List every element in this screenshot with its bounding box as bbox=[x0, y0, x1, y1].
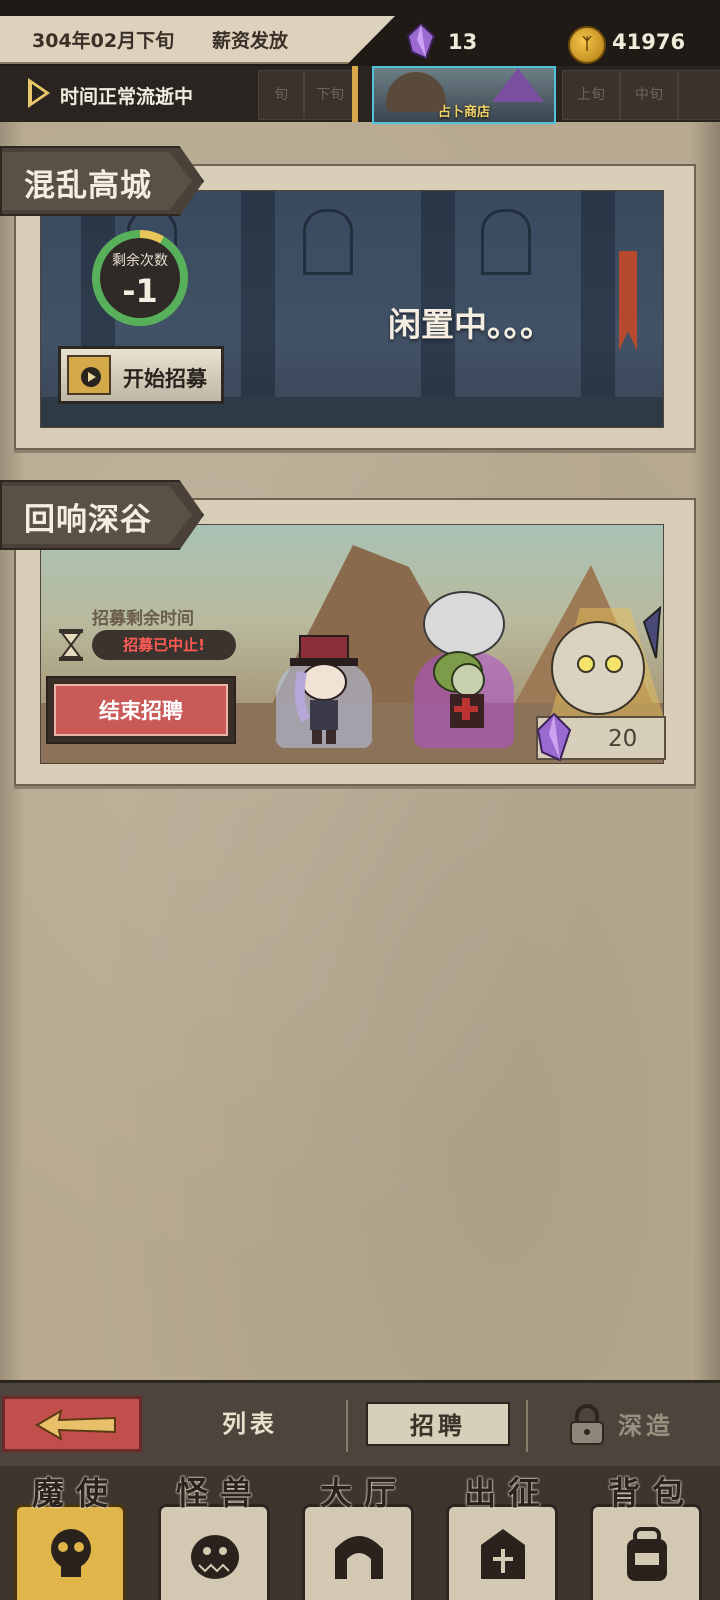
recruit-time-label: 招募剩余时间 bbox=[92, 609, 194, 629]
recruit-price: 20 bbox=[608, 726, 638, 752]
play-icon-inner bbox=[32, 84, 45, 102]
time-status: 时间正常流逝中 bbox=[60, 86, 194, 108]
character-lion-beast[interactable] bbox=[540, 588, 664, 718]
nav-expedition[interactable]: 出征 bbox=[432, 1466, 572, 1600]
timeline-slot bbox=[678, 70, 720, 120]
timeline-slot: 下旬 bbox=[304, 70, 358, 120]
gold-count: 41976 bbox=[612, 30, 686, 54]
video-play-icon bbox=[67, 355, 111, 395]
timeline-slot: 中旬 bbox=[620, 70, 678, 120]
crystal-count: 13 bbox=[448, 30, 478, 54]
remaining-count-value: -1 bbox=[122, 272, 158, 310]
game-date: 304年02月下旬 bbox=[32, 30, 175, 52]
idle-status: 闲置中。。。 bbox=[388, 305, 553, 344]
hall-icon bbox=[335, 1536, 383, 1579]
hourglass-icon bbox=[59, 629, 83, 661]
end-recruit-label: 结束招聘 bbox=[54, 684, 228, 736]
battle-icon bbox=[481, 1529, 525, 1579]
wizard-hat-icon bbox=[492, 68, 544, 102]
tab-list[interactable]: 列表 bbox=[180, 1402, 320, 1446]
crystal-icon bbox=[406, 22, 436, 60]
nav-magic-envoy[interactable]: 魔使 bbox=[0, 1466, 140, 1600]
section-title: 回响深谷 bbox=[24, 502, 152, 538]
tab-recruit[interactable]: 招聘 bbox=[366, 1402, 510, 1446]
nav-hall[interactable]: 大厅 bbox=[288, 1466, 428, 1600]
recruit-price-tag: 20 bbox=[536, 712, 666, 762]
monster-icon bbox=[191, 1535, 239, 1579]
character-hatter[interactable] bbox=[276, 632, 372, 748]
backpack-icon bbox=[627, 1527, 667, 1581]
remaining-count-label: 剩余次数 bbox=[112, 253, 168, 269]
timeline-current-marker bbox=[352, 66, 358, 122]
nav-label: 魔使 bbox=[31, 1474, 120, 1512]
tab-divider bbox=[526, 1400, 528, 1452]
back-button[interactable] bbox=[2, 1396, 142, 1452]
start-recruit-label: 开始招募 bbox=[123, 367, 207, 391]
event-label: 薪资发放 bbox=[212, 30, 289, 52]
tab-advanced-locked[interactable]: 深造 bbox=[618, 1406, 674, 1441]
shop-label: 占卜商店 bbox=[437, 105, 490, 120]
banner-flag bbox=[619, 251, 637, 351]
fortune-shop-button[interactable]: 占卜商店 bbox=[372, 66, 556, 124]
nav-label: 背包 bbox=[607, 1474, 696, 1512]
character-elephant-knight[interactable] bbox=[414, 590, 514, 748]
nav-backpack[interactable]: 背包 bbox=[576, 1466, 716, 1600]
nav-label: 出征 bbox=[463, 1474, 552, 1512]
nav-monsters[interactable]: 怪兽 bbox=[144, 1466, 284, 1600]
recruit-status-badge: 招募已中止! bbox=[92, 630, 236, 660]
crystal-icon bbox=[536, 712, 572, 762]
remaining-count-ring: 剩余次数 -1 bbox=[92, 230, 188, 326]
skull-icon bbox=[51, 1529, 91, 1577]
nav-label: 怪兽 bbox=[175, 1474, 264, 1512]
timeline-slot: 上旬 bbox=[562, 70, 620, 120]
timeline-slot: 旬 bbox=[258, 70, 304, 120]
gold-coin-icon: ᛉ bbox=[568, 26, 606, 64]
start-recruit-button[interactable]: 开始招募 bbox=[58, 346, 224, 404]
arrow-left-icon bbox=[35, 1409, 116, 1441]
tab-divider bbox=[346, 1400, 348, 1452]
section-title: 混乱高城 bbox=[24, 168, 152, 204]
lock-icon bbox=[570, 1404, 604, 1445]
end-recruit-button[interactable]: 结束招聘 bbox=[46, 676, 236, 744]
nav-label: 大厅 bbox=[319, 1474, 408, 1512]
